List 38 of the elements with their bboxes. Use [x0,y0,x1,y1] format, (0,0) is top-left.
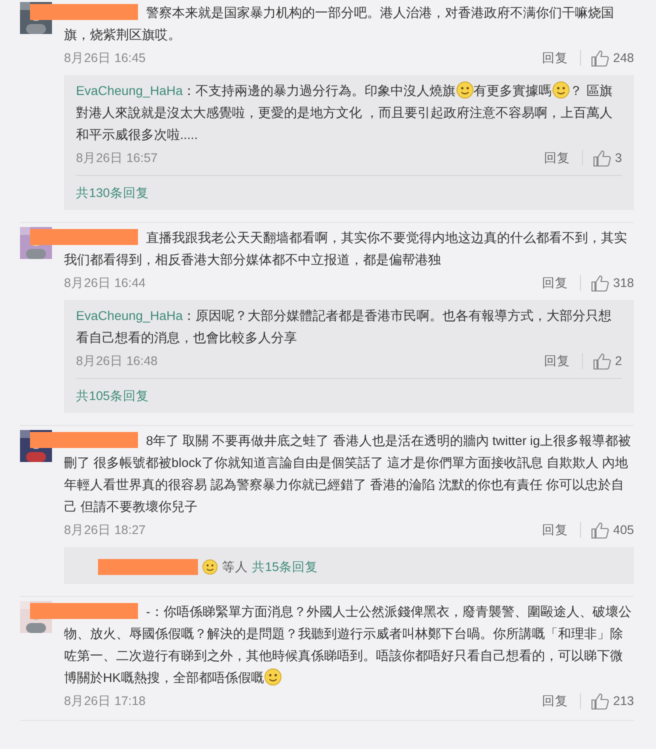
reply-link[interactable]: 回复 [542,50,568,66]
like-count: 248 [613,51,634,65]
comment-text: -：你唔係睇緊單方面消息？外國人士公然派錢俾黑衣，廢青襲警、圍毆途人、破壞公物、放火、辱國係假嘅？解決的是問題？我聽到遊行示威者叫林鄭下台喎。你所講嘅「和理非」除咗第一、二次遊行有睇到之外，其他時候真係睇唔到。唔該你都唔好只看自己想看的，可以睇下微博關於HK嘅熱搜，全部都唔係假嘅 [64,601,634,689]
reply-link[interactable]: 回复 [542,274,568,292]
reply-link[interactable]: 回复 [542,522,568,538]
thumbs-up-icon[interactable] [593,150,612,166]
thumbs-up-icon[interactable] [591,692,610,710]
thumbs-up-icon[interactable] [591,522,610,538]
emoji-icon [202,559,218,575]
like-count: 318 [613,276,634,290]
reply-link[interactable]: 回复 [544,150,570,166]
like-count: 405 [613,523,634,537]
comment-text: 直播我跟我老公天天翻墙都看啊，其实你不要觉得内地这边真的什么都看不到，其实我们都看得到，相反香港大部分媒体都不中立报道，都是偏帮港独 [64,227,634,271]
comment-text: 警察本来就是国家暴力机构的一部分吧。港人治港，对香港政府不满你们干嘛烧国旗，烧紫荆区旗哎。 [64,2,634,46]
more-replies-link[interactable]: 共105条回复 [76,379,622,413]
reply-date: 8月26日 16:57 [76,150,159,166]
thumbs-up-icon[interactable] [593,352,612,370]
comment-date: 8月26日 17:18 [64,692,147,710]
emoji-icon [264,668,282,686]
reply-link[interactable]: 回复 [544,352,570,370]
like-count: 213 [613,694,634,708]
like-count: 3 [615,151,622,165]
comment-date: 8月26日 18:27 [64,522,147,538]
thumbs-up-icon[interactable] [591,50,610,66]
reply-text: EvaCheung_HaHa：不支持兩邊的暴力過分行為。印象中沒人燒旗 有更多實據嗎 ？ 區旗對港人來說就是沒太大感覺啦，更愛的是地方文化 ，而且要引起政府注意不容易啊，上百萬人和平示威很多次啦..... [76,80,614,144]
reply-date: 8月26日 16:48 [76,352,159,370]
more-replies-link[interactable]: 共15条回复 [252,552,318,582]
comment-text: 8年了 取關 不要再做井底之蛙了 香港人也是活在透明的牆內 twitter ig上很多報導都被刪了 很多帳號都被block了你就知道言論自由是個笑話了 這才是你們單方面接收訊息 自欺欺人 內地年輕人看世界真的很容易 認為警察暴力你就已經錯了 香港的淪陷 沈默的你也有責任 你可以忠於自己 但請不要教壞你兒子 [64,430,634,518]
comment-date: 8月26日 16:44 [64,274,147,292]
reply-text: EvaCheung_HaHa：原因呢？大部分媒體記者都是香港市民啊。也各有報導方式，大部分只想看自己想看的消息，也會比較多人分享 [76,307,613,347]
emoji-icon [552,81,570,99]
reply-link[interactable]: 回复 [542,692,568,710]
others-label: 等人 [222,559,248,576]
thumbs-up-icon[interactable] [591,274,610,292]
emoji-icon [456,81,474,99]
comment-date: 8月26日 16:45 [64,50,147,66]
like-count: 2 [615,354,622,368]
more-replies-link[interactable]: 共130条回复 [76,176,622,210]
